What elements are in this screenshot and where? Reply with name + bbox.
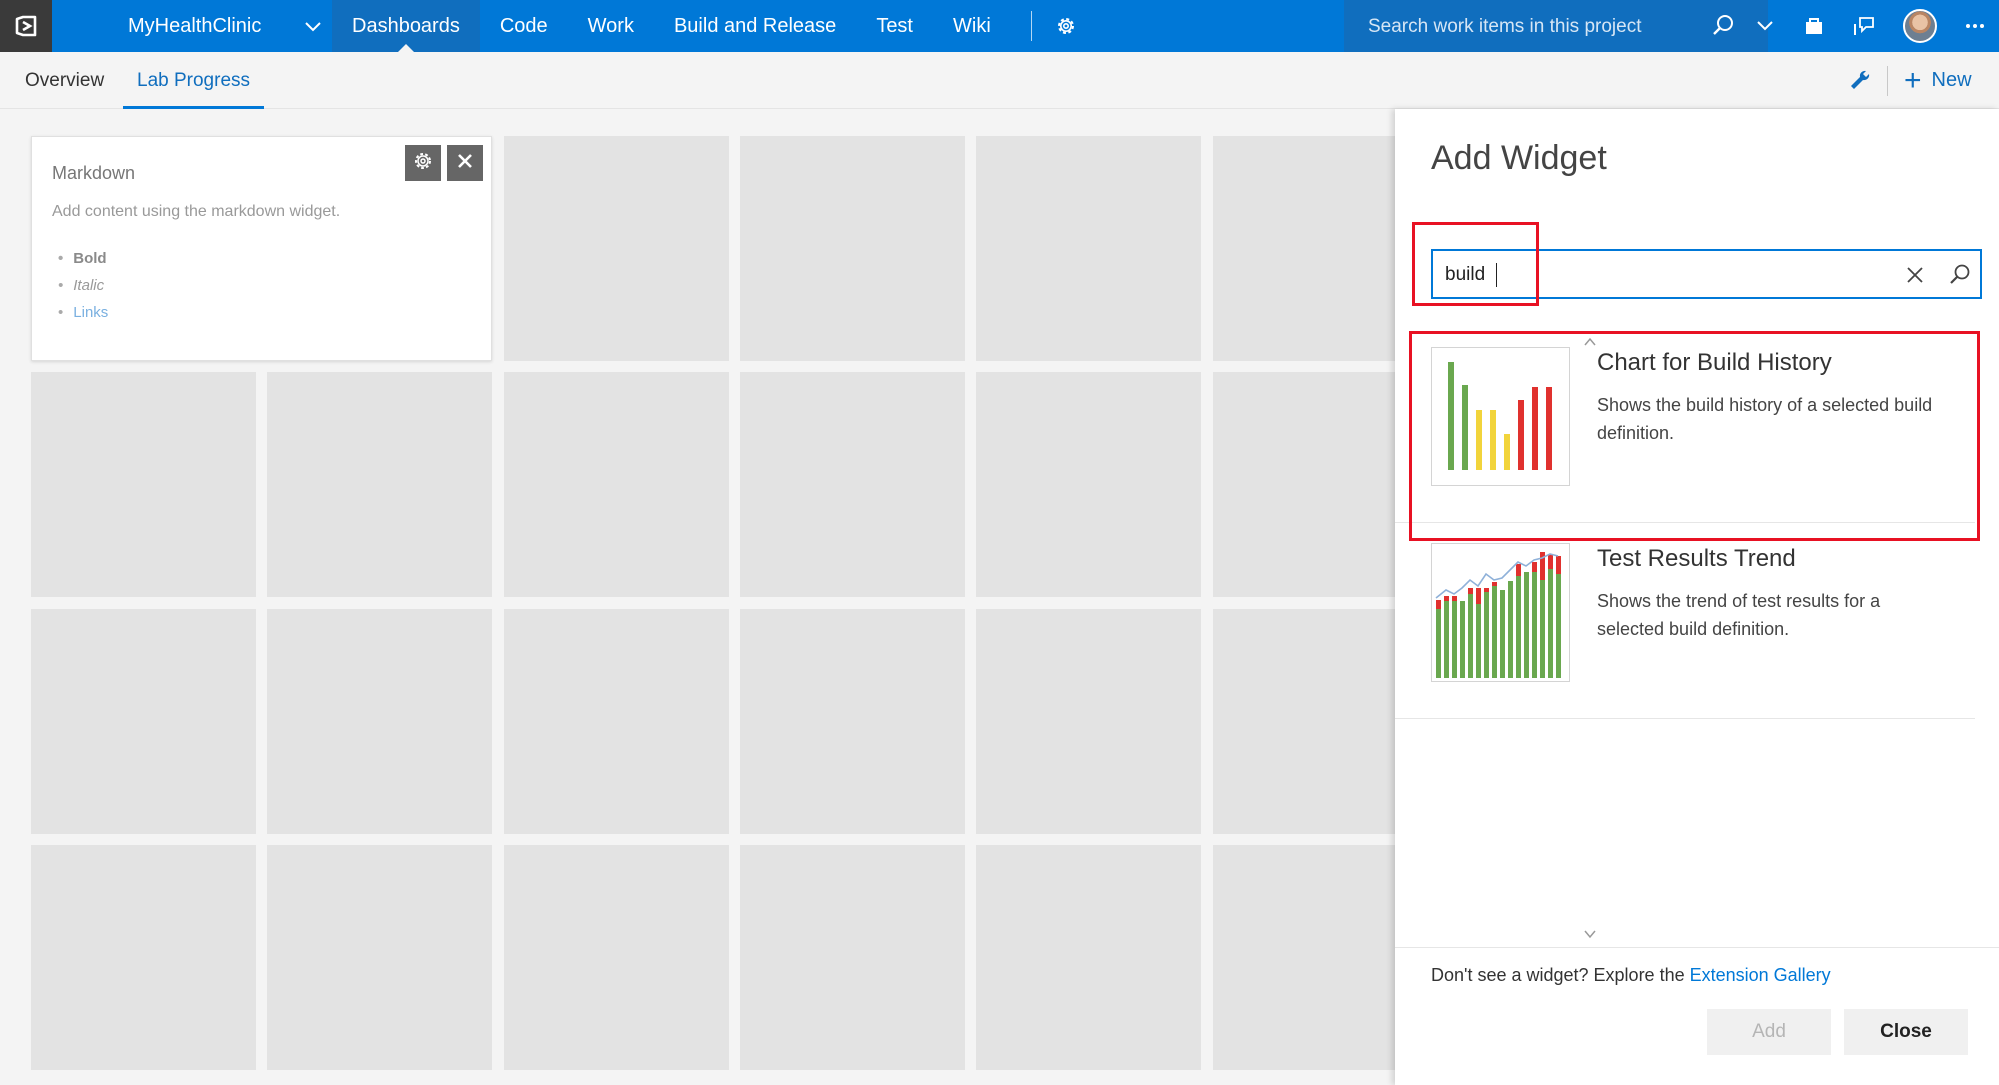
gear-icon[interactable]	[1040, 0, 1092, 52]
empty-grid-cell	[31, 845, 256, 1070]
chevron-down-icon[interactable]	[298, 12, 328, 42]
new-dashboard-button[interactable]: + New	[1904, 52, 1972, 109]
empty-grid-cell	[740, 845, 965, 1070]
result-title: Test Results Trend	[1597, 545, 1796, 572]
panel-title: Add Widget	[1431, 139, 1607, 177]
project-name[interactable]: MyHealthClinic	[128, 15, 261, 38]
nav-test[interactable]: Test	[856, 0, 933, 52]
footer-divider	[1395, 947, 1999, 948]
list-item: Bold	[58, 245, 108, 272]
empty-grid-cell	[1213, 845, 1395, 1070]
tab-overview[interactable]: Overview	[25, 52, 104, 109]
nav-work[interactable]: Work	[568, 0, 654, 52]
more-ellipsis-icon[interactable]	[1959, 10, 1991, 42]
close-icon	[455, 151, 475, 176]
search-icon[interactable]	[1947, 262, 1973, 288]
new-label: New	[1931, 69, 1972, 91]
nav-code[interactable]: Code	[480, 0, 568, 52]
markdown-link[interactable]: Links	[58, 299, 108, 326]
empty-grid-cell	[1213, 136, 1395, 361]
empty-grid-cell	[976, 845, 1201, 1070]
add-button[interactable]: Add	[1707, 1009, 1831, 1055]
extension-gallery-link[interactable]: Extension Gallery	[1690, 965, 1831, 985]
search-icon[interactable]	[1709, 12, 1737, 40]
empty-grid-cell	[267, 372, 492, 597]
empty-grid-cell	[740, 609, 965, 834]
dashboard-tabs-bar: Overview Lab Progress + New	[0, 52, 1999, 109]
nav-divider	[1030, 11, 1032, 41]
marketplace-bag-icon[interactable]	[1798, 10, 1830, 42]
markdown-list: Bold Italic Links	[58, 245, 108, 326]
nav-wiki[interactable]: Wiki	[933, 0, 1011, 52]
widget-remove-button[interactable]	[447, 145, 483, 181]
dashboard-grid: Markdown Add content using the markdown …	[0, 109, 1395, 1085]
empty-grid-cell	[504, 136, 729, 361]
markdown-widget[interactable]: Markdown Add content using the markdown …	[31, 136, 492, 361]
empty-grid-cell	[504, 845, 729, 1070]
widget-title: Markdown	[52, 163, 136, 183]
widget-result-test-results-trend[interactable]: Test Results Trend Shows the trend of te…	[1395, 523, 1975, 719]
widget-description: Add content using the markdown widget.	[52, 203, 341, 220]
list-item: Italic	[58, 272, 108, 299]
gear-icon	[412, 150, 434, 177]
main-nav: Dashboards Code Work Build and Release T…	[332, 0, 1092, 52]
scroll-down-arrow-icon[interactable]	[1583, 927, 1597, 941]
clear-search-icon[interactable]	[1903, 263, 1927, 287]
empty-grid-cell	[1213, 372, 1395, 597]
empty-grid-cell	[740, 136, 965, 361]
footer-text: Don't see a widget? Explore the	[1431, 965, 1690, 985]
avatar[interactable]	[1903, 9, 1937, 43]
empty-grid-cell	[31, 372, 256, 597]
search-placeholder[interactable]: Search work items in this project	[1368, 16, 1642, 38]
nav-dashboards[interactable]: Dashboards	[332, 0, 480, 52]
work-item-search[interactable]: Search work items in this project	[1344, 0, 1768, 52]
wrench-icon[interactable]	[1846, 66, 1874, 94]
empty-grid-cell	[267, 845, 492, 1070]
nav-build-and-release[interactable]: Build and Release	[654, 0, 856, 52]
tab-lab-progress[interactable]: Lab Progress	[122, 52, 265, 109]
empty-grid-cell	[740, 372, 965, 597]
empty-grid-cell	[267, 609, 492, 834]
vsts-logo-icon[interactable]	[0, 0, 52, 52]
project-selector[interactable]: MyHealthClinic	[66, 0, 332, 52]
close-button[interactable]: Close	[1844, 1009, 1968, 1055]
widget-settings-button[interactable]	[405, 145, 441, 181]
top-navigation-bar: MyHealthClinic Dashboards Code Work Buil…	[0, 0, 1999, 52]
footer-note: Don't see a widget? Explore the Extensio…	[1431, 965, 1831, 986]
feedback-icon[interactable]	[1848, 10, 1880, 42]
empty-grid-cell	[1213, 609, 1395, 834]
scroll-up-arrow-icon[interactable]	[1583, 335, 1597, 349]
empty-grid-cell	[504, 609, 729, 834]
empty-grid-cell	[976, 136, 1201, 361]
toolbar-divider	[1887, 66, 1888, 96]
empty-grid-cell	[976, 372, 1201, 597]
plus-icon: +	[1904, 63, 1922, 97]
empty-grid-cell	[504, 372, 729, 597]
empty-grid-cell	[31, 609, 256, 834]
test-results-trend-thumbnail	[1431, 543, 1570, 682]
add-widget-panel: Add Widget build Chart for Build History…	[1395, 109, 1999, 1085]
empty-grid-cell	[976, 609, 1201, 834]
result-description: Shows the trend of test results for a se…	[1597, 591, 1881, 639]
search-highlight-box	[1412, 222, 1539, 306]
result-highlight-box	[1409, 331, 1980, 541]
chevron-down-icon[interactable]	[1752, 13, 1778, 39]
